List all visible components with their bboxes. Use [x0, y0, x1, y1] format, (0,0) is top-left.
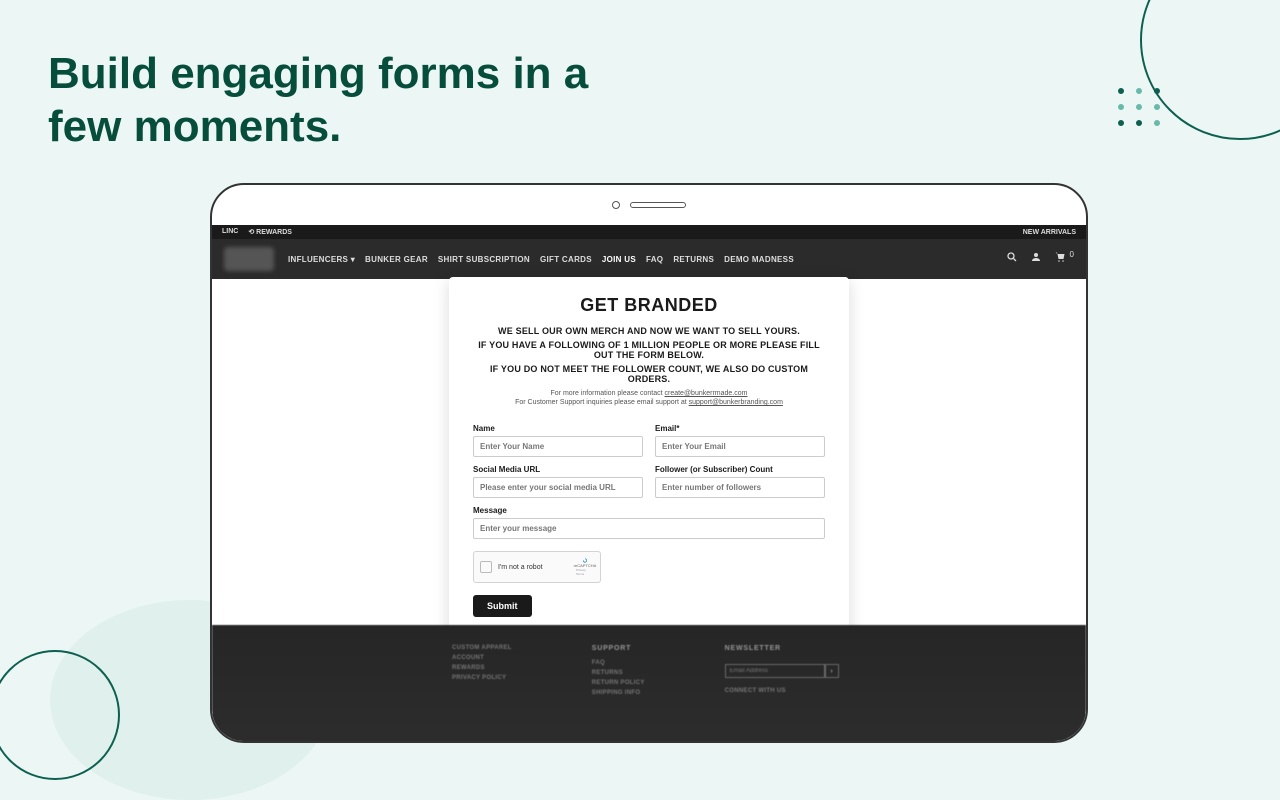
recaptcha[interactable]: I'm not a robot reCAPTCHA Privacy · Term…	[473, 551, 601, 583]
form-card: GET BRANDED WE SELL OUR OWN MERCH AND NO…	[449, 277, 849, 639]
footer-title-support: SUPPORT	[592, 645, 645, 652]
search-icon[interactable]	[1006, 250, 1018, 268]
site-footer: CUSTOM APPAREL ACCOUNT REWARDS PRIVACY P…	[212, 625, 1086, 741]
recaptcha-label: I'm not a robot	[498, 564, 543, 571]
form-info-2: For Customer Support inquiries please em…	[473, 399, 825, 406]
form-title: GET BRANDED	[473, 295, 825, 316]
nav-links: INFLUENCERS ▾ BUNKER GEAR SHIRT SUBSCRIP…	[288, 255, 794, 264]
footer-col-1: CUSTOM APPAREL ACCOUNT REWARDS PRIVACY P…	[452, 645, 512, 741]
footer-link[interactable]: FAQ	[592, 660, 645, 666]
account-icon[interactable]	[1030, 250, 1042, 268]
followers-label: Follower (or Subscriber) Count	[655, 465, 825, 474]
nav-shirt-subscription[interactable]: SHIRT SUBSCRIPTION	[438, 255, 530, 264]
hero-headline: Build engaging forms in a few moments.	[48, 48, 648, 154]
newsletter-input[interactable]	[725, 664, 825, 678]
footer-link[interactable]: RETURN POLICY	[592, 680, 645, 686]
email-label: Email*	[655, 424, 825, 433]
tablet-camera	[612, 201, 686, 209]
nav-bunker-gear[interactable]: BUNKER GEAR	[365, 255, 428, 264]
message-label: Message	[473, 506, 825, 515]
footer-link[interactable]: CUSTOM APPAREL	[452, 645, 512, 651]
info-email-1[interactable]: create@bunkerrmade.com	[665, 390, 748, 397]
footer-link[interactable]: RETURNS	[592, 670, 645, 676]
submit-button[interactable]: Submit	[473, 595, 532, 617]
footer-link[interactable]: PRIVACY POLICY	[452, 675, 512, 681]
footer-connect: CONNECT WITH US	[725, 688, 839, 694]
footer-title-newsletter: NEWSLETTER	[725, 645, 839, 652]
nav-gift-cards[interactable]: GIFT CARDS	[540, 255, 592, 264]
form-subtitle-2: IF YOU HAVE A FOLLOWING OF 1 MILLION PEO…	[473, 340, 825, 360]
nav-faq[interactable]: FAQ	[646, 255, 663, 264]
nav-join-us[interactable]: JOIN US	[602, 255, 636, 264]
nav-influencers[interactable]: INFLUENCERS ▾	[288, 255, 355, 264]
newsletter-submit[interactable]: ›	[825, 664, 839, 678]
name-input[interactable]	[473, 436, 643, 457]
cart-icon[interactable]	[1054, 250, 1066, 268]
form-info-1: For more information please contact crea…	[473, 390, 825, 397]
nav-returns[interactable]: RETURNS	[673, 255, 714, 264]
social-input[interactable]	[473, 477, 643, 498]
topbar-brand: LINC	[222, 228, 238, 236]
recaptcha-logo-icon: reCAPTCHA Privacy · Terms	[576, 558, 594, 576]
name-label: Name	[473, 424, 643, 433]
recaptcha-checkbox[interactable]	[480, 561, 492, 573]
tablet-screen: LINC ⟲ REWARDS NEW ARRIVALS INFLUENCERS …	[212, 225, 1086, 741]
tablet-frame: LINC ⟲ REWARDS NEW ARRIVALS INFLUENCERS …	[210, 183, 1088, 743]
email-input[interactable]	[655, 436, 825, 457]
site-topbar: LINC ⟲ REWARDS NEW ARRIVALS	[212, 225, 1086, 239]
social-label: Social Media URL	[473, 465, 643, 474]
footer-col-3: NEWSLETTER › CONNECT WITH US	[725, 645, 839, 741]
footer-col-2: SUPPORT FAQ RETURNS RETURN POLICY SHIPPI…	[592, 645, 645, 741]
site-logo[interactable]	[224, 247, 274, 271]
topbar-announce: NEW ARRIVALS	[1023, 229, 1076, 236]
form-subtitle-1: WE SELL OUR OWN MERCH AND NOW WE WANT TO…	[473, 326, 825, 336]
footer-link[interactable]: ACCOUNT	[452, 655, 512, 661]
cart-count: 0	[1070, 250, 1074, 268]
footer-link[interactable]: REWARDS	[452, 665, 512, 671]
topbar-rewards[interactable]: ⟲ REWARDS	[248, 228, 292, 236]
footer-link[interactable]: SHIPPING INFO	[592, 690, 645, 696]
followers-input[interactable]	[655, 477, 825, 498]
message-input[interactable]	[473, 518, 825, 539]
nav-demo-madness[interactable]: DEMO MADNESS	[724, 255, 794, 264]
site-navbar: INFLUENCERS ▾ BUNKER GEAR SHIRT SUBSCRIP…	[212, 239, 1086, 279]
form-subtitle-3: IF YOU DO NOT MEET THE FOLLOWER COUNT, W…	[473, 364, 825, 384]
info-email-2[interactable]: support@bunkerbranding.com	[689, 399, 783, 406]
